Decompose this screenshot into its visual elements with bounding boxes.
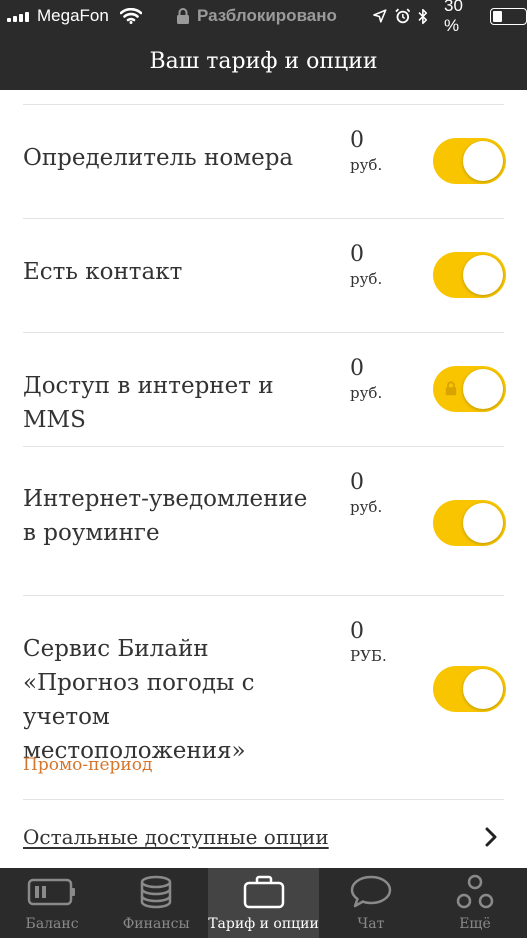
option-price: 0 руб. [350, 241, 382, 289]
toggle-knob [463, 141, 503, 181]
option-row-contact: Есть контакт 0 руб. [0, 219, 527, 332]
price-amount: 0 [350, 470, 364, 495]
price-unit: руб. [350, 498, 383, 516]
toggle-contact[interactable] [433, 252, 506, 298]
toggle-knob [463, 503, 503, 543]
tab-chat[interactable]: Чат [319, 868, 423, 938]
price-amount: 0 [350, 619, 364, 644]
coins-icon [138, 868, 174, 916]
option-row-roaming-notification: Интернет-уведомление в роуминге 0 руб. [0, 447, 527, 595]
option-price: 0 руб. [350, 469, 382, 517]
tab-balance[interactable]: Баланс [0, 868, 104, 938]
chevron-right-icon[interactable] [485, 827, 497, 851]
options-list[interactable]: Определитель номера 0 руб. Есть контакт … [0, 90, 527, 868]
toggle-knob [463, 369, 503, 409]
tab-label: Тариф и опции [208, 916, 319, 932]
price-unit: РУБ. [350, 647, 387, 665]
option-label: Доступ в интернет и MMS [23, 373, 274, 433]
chat-bubble-icon [350, 868, 392, 916]
price-amount: 0 [350, 128, 364, 153]
more-circles-icon [455, 868, 495, 916]
briefcase-icon [243, 868, 285, 916]
option-label: Определитель номера [23, 145, 294, 171]
toggle-caller-id[interactable] [433, 138, 506, 184]
battery-icon [27, 868, 77, 916]
tab-label: Баланс [25, 916, 79, 932]
price-unit: руб. [350, 270, 383, 288]
tab-label: Ещё [459, 916, 491, 932]
price-unit: руб. [350, 384, 383, 402]
signal-icon [7, 0, 29, 32]
more-options-link[interactable]: Остальные доступные опции [23, 825, 329, 849]
tab-label: Чат [357, 916, 385, 932]
divider [23, 799, 504, 800]
tab-bar: Баланс Финансы Тариф и опции Чат Ещё [0, 868, 527, 938]
tab-finances[interactable]: Финансы [104, 868, 208, 938]
option-label: Есть контакт [23, 259, 183, 285]
page-title: Ваш тариф и опции [149, 48, 378, 74]
lock-icon [177, 7, 189, 24]
tab-tariff-options[interactable]: Тариф и опции [208, 868, 319, 938]
option-row-weather-forecast: Сервис Билайн «Прогноз погоды с учетом м… [0, 596, 527, 799]
wifi-icon [120, 0, 142, 32]
price-amount: 0 [350, 356, 364, 381]
option-label: Интернет-уведомление в роуминге [23, 486, 308, 546]
battery-icon [489, 7, 527, 25]
option-price: 0 руб. [350, 355, 382, 403]
option-price: 0 РУБ. [350, 618, 387, 666]
option-row-caller-id: Определитель номера 0 руб. [0, 105, 527, 218]
option-label: Сервис Билайн «Прогноз погоды с учетом м… [23, 636, 255, 764]
option-price: 0 руб. [350, 127, 382, 175]
promo-period-note: Промо-период [23, 755, 153, 775]
toggle-roaming-notification[interactable] [433, 500, 506, 546]
lock-icon [445, 381, 457, 396]
option-row-internet-mms: Доступ в интернет и MMS 0 руб. [0, 333, 527, 446]
battery-level [492, 10, 503, 22]
tab-label: Финансы [122, 916, 190, 932]
header: Ваш тариф и опции [0, 32, 527, 90]
alarm-icon [395, 8, 410, 24]
toggle-knob [463, 669, 503, 709]
lock-status: Разблокировано [176, 0, 337, 32]
toggle-weather-forecast[interactable] [433, 666, 506, 712]
status-right: 30 % [373, 0, 527, 35]
battery-percent: 30 % [444, 0, 463, 35]
lock-status-text: Разблокировано [197, 6, 337, 25]
toggle-internet-mms[interactable] [433, 366, 506, 412]
price-amount: 0 [350, 242, 364, 267]
location-icon [373, 9, 387, 23]
status-bar: MegaFon Разблокировано 30 % [0, 0, 527, 35]
carrier-name: MegaFon [37, 6, 109, 25]
tab-more[interactable]: Ещё [423, 868, 527, 938]
toggle-knob [463, 255, 503, 295]
price-unit: руб. [350, 156, 383, 174]
bluetooth-icon [418, 8, 428, 24]
